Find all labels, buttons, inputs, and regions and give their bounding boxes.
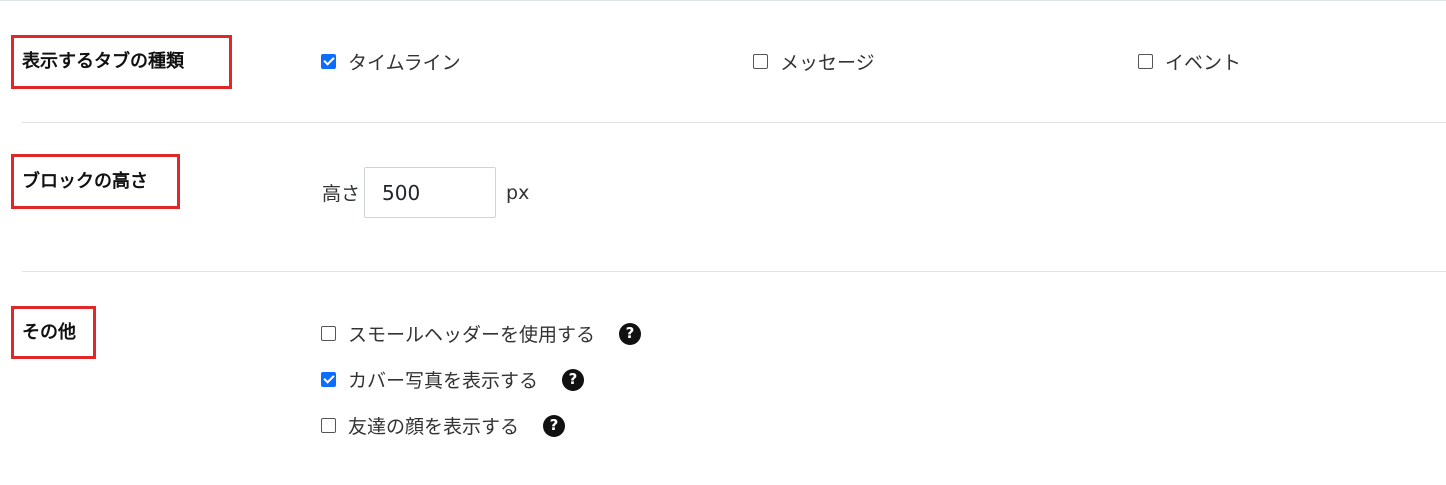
section-label-other: その他: [11, 306, 96, 359]
help-question-icon[interactable]: ?: [543, 414, 566, 437]
checkbox-label: タイムライン: [348, 52, 461, 74]
checkbox-label: 友達の顔を表示する: [348, 416, 520, 438]
top-divider: [0, 0, 1446, 1]
checkbox-timeline[interactable]: タイムライン: [321, 48, 461, 75]
section-label-text: ブロックの高さ: [22, 170, 148, 192]
section-divider: [22, 271, 1446, 272]
checkbox-unchecked-icon[interactable]: [753, 54, 768, 69]
checkbox-unchecked-icon[interactable]: [1138, 54, 1153, 69]
checkbox-message[interactable]: メッセージ: [753, 48, 875, 75]
checkbox-show-friends-faces[interactable]: 友達の顔を表示する ?: [321, 412, 566, 439]
help-question-icon[interactable]: ?: [619, 322, 642, 345]
section-label-block-height: ブロックの高さ: [11, 154, 180, 209]
height-input[interactable]: [364, 167, 497, 218]
checkbox-event[interactable]: イベント: [1138, 48, 1241, 75]
section-divider: [22, 122, 1446, 123]
checkbox-unchecked-icon[interactable]: [321, 326, 336, 341]
height-unit-label: px: [506, 181, 530, 204]
height-row: 高さ px: [322, 167, 529, 218]
section-label-tab-types: 表示するタブの種類: [11, 35, 232, 89]
section-label-text: その他: [22, 321, 76, 343]
checkbox-show-cover-photo[interactable]: カバー写真を表示する ?: [321, 366, 585, 393]
checkbox-label: メッセージ: [780, 52, 875, 74]
checkbox-label: カバー写真を表示する: [348, 370, 539, 392]
checkbox-label: スモールヘッダーを使用する: [348, 324, 596, 346]
height-prefix-label: 高さ: [322, 183, 361, 205]
section-label-text: 表示するタブの種類: [22, 51, 184, 72]
checkbox-checked-icon[interactable]: [321, 54, 336, 69]
checkbox-checked-icon[interactable]: [321, 372, 336, 387]
checkbox-label: イベント: [1165, 52, 1242, 74]
checkbox-unchecked-icon[interactable]: [321, 418, 336, 433]
help-question-icon[interactable]: ?: [562, 368, 585, 391]
checkbox-small-header[interactable]: スモールヘッダーを使用する ?: [321, 320, 642, 347]
